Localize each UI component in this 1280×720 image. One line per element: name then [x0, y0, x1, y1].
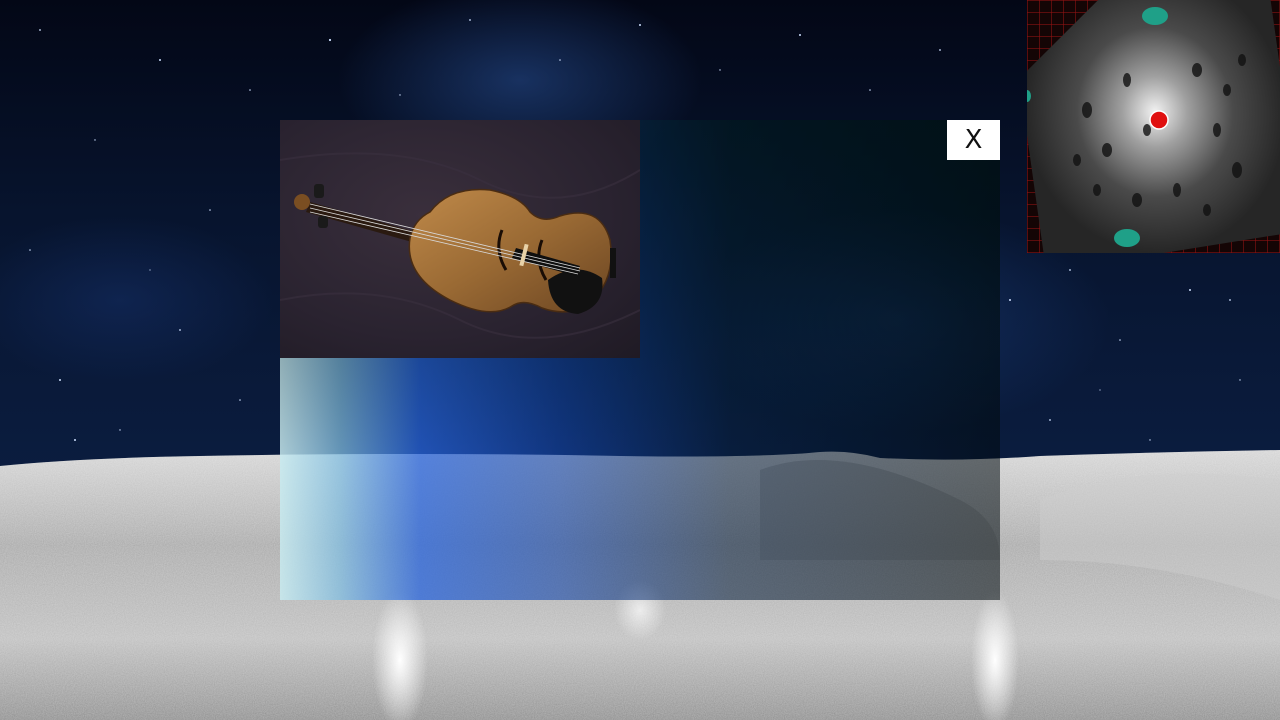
waypoint-marker [1142, 7, 1168, 25]
dialog-panel: X [280, 120, 1000, 600]
game-scene: X [0, 0, 1280, 720]
violin-image [280, 120, 640, 358]
waypoint-marker [1114, 229, 1140, 247]
minimap-map [1027, 0, 1280, 253]
violin-icon [280, 152, 640, 339]
player-marker [1149, 110, 1169, 130]
close-button[interactable]: X [947, 120, 1000, 160]
minimap [1027, 0, 1280, 253]
